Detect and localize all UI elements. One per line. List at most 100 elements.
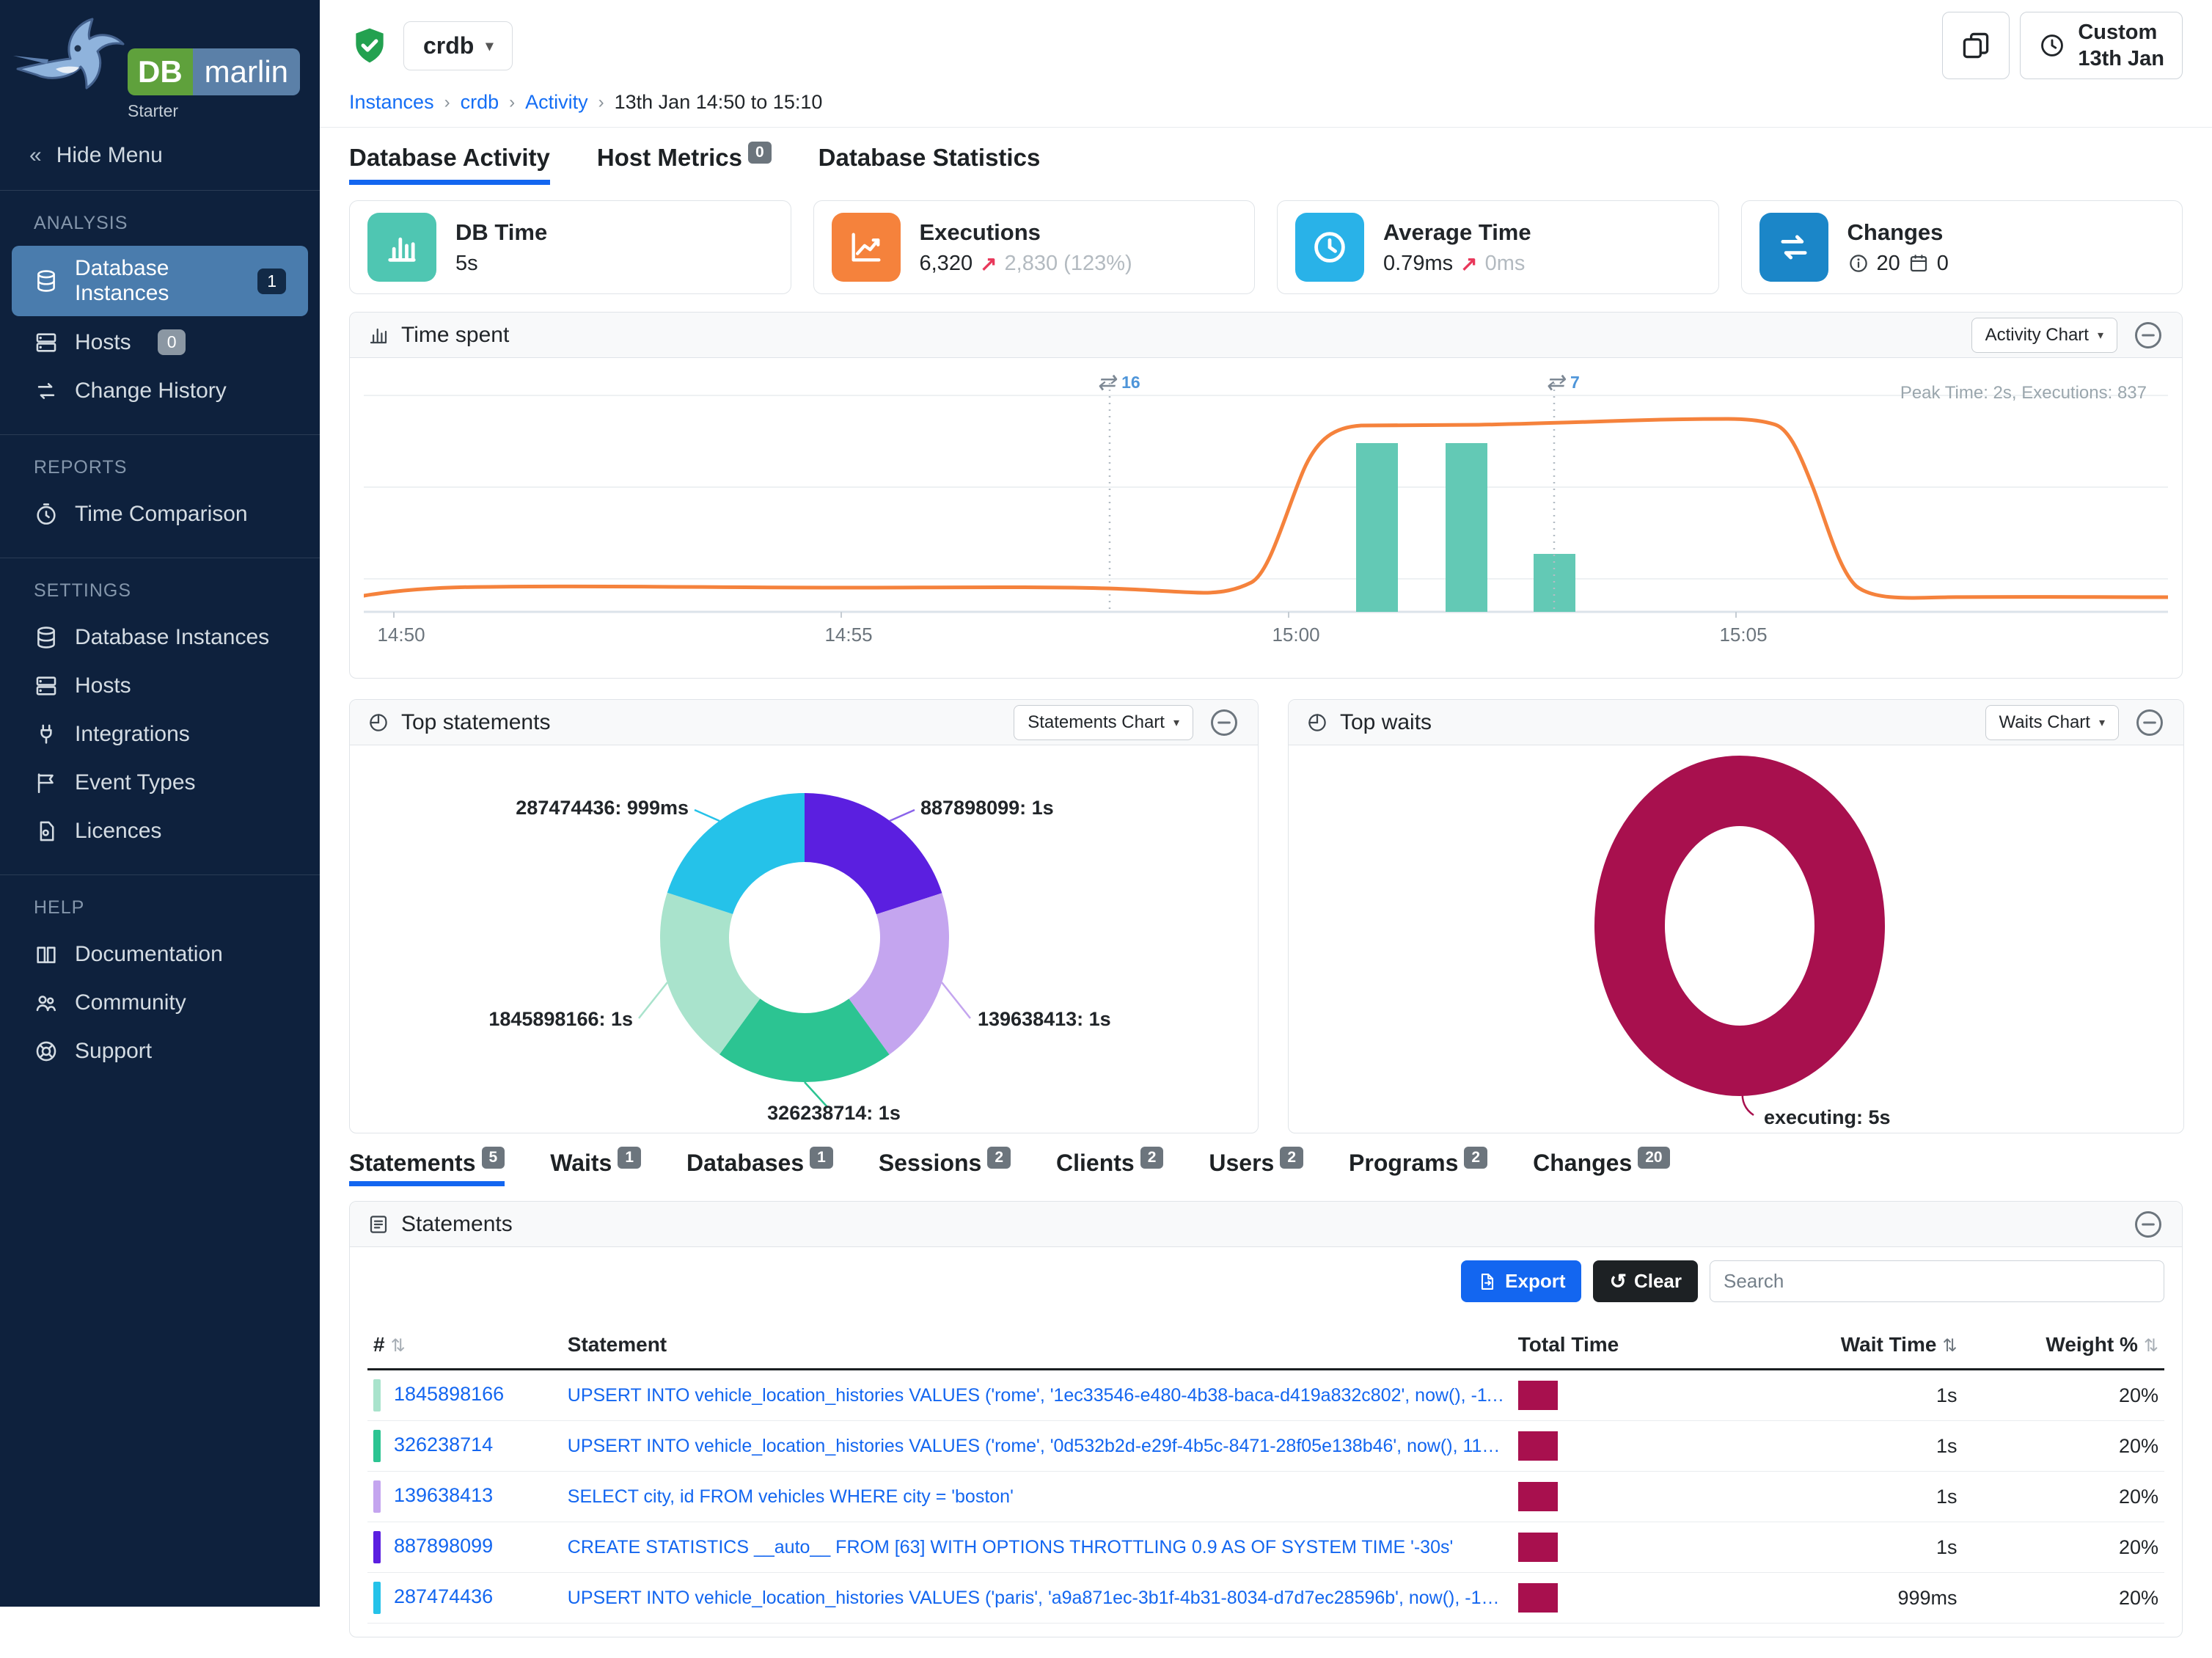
count-badge: 1 bbox=[257, 269, 286, 294]
tab-waits[interactable]: Waits 1 bbox=[550, 1150, 641, 1186]
tab-host-metrics[interactable]: Host Metrics0 bbox=[597, 144, 772, 186]
statement-id-link[interactable]: 1845898166 bbox=[394, 1383, 504, 1405]
sidebar-item-community[interactable]: Community bbox=[0, 979, 320, 1027]
statements-chart-select[interactable]: Statements Chart ▾ bbox=[1014, 705, 1193, 740]
tab-badge: 1 bbox=[618, 1147, 641, 1169]
sidebar-item-label: Database Instances bbox=[75, 256, 231, 306]
change-marker-icon: ⇄ bbox=[1546, 370, 1564, 395]
change-marker-count: 16 bbox=[1121, 373, 1140, 392]
tab-label: Databases bbox=[686, 1150, 804, 1176]
hide-menu-button[interactable]: « Hide Menu bbox=[0, 124, 320, 191]
breadcrumb-crdb[interactable]: crdb bbox=[461, 91, 499, 114]
tab-label: Changes bbox=[1533, 1150, 1632, 1176]
clear-button[interactable]: ↺ Clear bbox=[1593, 1260, 1698, 1302]
sidebar-item-documentation[interactable]: Documentation bbox=[0, 930, 320, 979]
tab-sessions[interactable]: Sessions2 bbox=[879, 1150, 1011, 1186]
change-marker[interactable]: ⇄ 7 bbox=[1546, 370, 1580, 395]
topbar: crdb ▾ Custom 13th Jan Instances › crdb bbox=[320, 0, 2212, 128]
statement-id-link[interactable]: 139638413 bbox=[394, 1484, 493, 1506]
search-input[interactable] bbox=[1710, 1260, 2164, 1302]
breadcrumb-activity[interactable]: Activity bbox=[525, 91, 588, 114]
sidebar-item-hosts[interactable]: Hosts 0 bbox=[0, 318, 320, 367]
statement-text-link[interactable]: UPSERT INTO vehicle_location_histories V… bbox=[568, 1436, 1506, 1457]
column-header-id[interactable]: #⇅ bbox=[367, 1324, 562, 1370]
tab-label: Database Activity bbox=[349, 144, 550, 171]
tab-clients[interactable]: Clients2 bbox=[1056, 1150, 1163, 1186]
metric-cards: DB Time 5s Executions 6,320 ↗ 2,830 (123… bbox=[320, 186, 2212, 307]
sidebar-item-label: Hosts bbox=[75, 673, 131, 698]
sidebar-item-support[interactable]: Support bbox=[0, 1027, 320, 1075]
column-header-total-time[interactable]: Total Time bbox=[1512, 1324, 1748, 1370]
sidebar-item-integrations[interactable]: Integrations bbox=[0, 710, 320, 759]
sidebar-item-settings-database-instances[interactable]: Database Instances bbox=[0, 613, 320, 662]
time-spent-chart[interactable]: Peak Time: 2s, Executions: 837 ⇄ 16 ⇄ 7 … bbox=[350, 358, 2182, 678]
waits-chart-select[interactable]: Waits Chart ▾ bbox=[1985, 705, 2120, 740]
nav-section-help: HELP Documentation Community Support bbox=[0, 875, 320, 1095]
clear-label: Clear bbox=[1634, 1270, 1682, 1293]
copy-icon bbox=[1960, 29, 1992, 62]
tab-database-activity[interactable]: Database Activity bbox=[349, 144, 550, 185]
tab-databases[interactable]: Databases1 bbox=[686, 1150, 833, 1186]
tab-label: Sessions bbox=[879, 1150, 982, 1176]
chart-select-label: Statements Chart bbox=[1028, 712, 1165, 733]
activity-chart-select[interactable]: Activity Chart ▾ bbox=[1971, 318, 2117, 353]
statement-text-link[interactable]: CREATE STATISTICS __auto__ FROM [63] WIT… bbox=[568, 1537, 1506, 1558]
nav-section-settings: SETTINGS Database Instances Hosts Integr… bbox=[0, 558, 320, 875]
breadcrumb-instances[interactable]: Instances bbox=[349, 91, 434, 114]
collapse-panel-button[interactable] bbox=[1208, 706, 1240, 739]
export-button[interactable]: Export bbox=[1461, 1260, 1581, 1302]
chevron-down-icon: ▾ bbox=[1173, 715, 1179, 730]
total-time-bar bbox=[1518, 1431, 1558, 1461]
pie-chart-icon bbox=[1306, 712, 1328, 734]
statement-id-link[interactable]: 887898099 bbox=[394, 1535, 493, 1557]
table-row: 139638413 SELECT city, id FROM vehicles … bbox=[367, 1472, 2164, 1522]
tab-label: Waits bbox=[550, 1150, 612, 1176]
statement-text-link[interactable]: UPSERT INTO vehicle_location_histories V… bbox=[568, 1588, 1506, 1609]
weight-value: 20% bbox=[1963, 1472, 2164, 1522]
table-row: 326238714 UPSERT INTO vehicle_location_h… bbox=[367, 1421, 2164, 1472]
breadcrumb-current-range: 13th Jan 14:50 to 15:10 bbox=[615, 91, 823, 114]
tab-programs[interactable]: Programs2 bbox=[1349, 1150, 1487, 1186]
average-time-value: 0.79ms bbox=[1383, 252, 1453, 276]
instance-selector[interactable]: crdb ▾ bbox=[403, 21, 513, 70]
column-header-statement[interactable]: Statement bbox=[562, 1324, 1512, 1370]
executions-bar bbox=[1446, 443, 1487, 612]
sidebar-item-time-comparison[interactable]: Time Comparison bbox=[0, 490, 320, 538]
waits-donut-chart[interactable]: executing: 5s bbox=[1289, 745, 2183, 1133]
sidebar-item-licences[interactable]: Licences bbox=[0, 807, 320, 855]
statement-id-link[interactable]: 326238714 bbox=[394, 1434, 493, 1456]
sidebar-item-database-instances[interactable]: Database Instances 1 bbox=[12, 246, 308, 316]
undo-icon: ↺ bbox=[1609, 1269, 1626, 1293]
minus-circle-icon bbox=[2132, 1208, 2164, 1241]
tab-users[interactable]: Users2 bbox=[1209, 1150, 1303, 1186]
total-time-bar bbox=[1518, 1381, 1558, 1410]
statements-donut-chart[interactable]: 287474436: 999ms 887898099: 1s 139638413… bbox=[350, 745, 1258, 1133]
collapse-panel-button[interactable] bbox=[2132, 319, 2164, 351]
sort-icon: ⇅ bbox=[2144, 1336, 2158, 1356]
sidebar-item-change-history[interactable]: Change History bbox=[0, 367, 320, 415]
tab-database-statistics[interactable]: Database Statistics bbox=[818, 144, 1041, 185]
statement-color-chip bbox=[373, 1531, 381, 1563]
panel-title: Top waits bbox=[1340, 710, 1432, 735]
tab-statements[interactable]: Statements5 bbox=[349, 1150, 505, 1186]
statement-text-link[interactable]: UPSERT INTO vehicle_location_histories V… bbox=[568, 1385, 1506, 1406]
tab-changes[interactable]: Changes20 bbox=[1533, 1150, 1670, 1186]
sidebar-item-settings-hosts[interactable]: Hosts bbox=[0, 662, 320, 710]
list-icon bbox=[367, 1213, 389, 1235]
column-header-wait-time[interactable]: Wait Time⇅ bbox=[1748, 1324, 1963, 1370]
collapse-panel-button[interactable] bbox=[2132, 1208, 2164, 1241]
sidebar-item-event-types[interactable]: Event Types bbox=[0, 759, 320, 807]
top-waits-panel: Top waits Waits Chart ▾ executing: 5s bbox=[1288, 699, 2184, 1133]
collapse-panel-button[interactable] bbox=[2134, 706, 2166, 739]
executions-delta: 2,830 (123%) bbox=[1005, 252, 1132, 276]
copy-link-button[interactable] bbox=[1942, 12, 2010, 79]
statement-id-link[interactable]: 287474436 bbox=[394, 1585, 493, 1607]
total-time-bar bbox=[1518, 1533, 1558, 1562]
time-range-button[interactable]: Custom 13th Jan bbox=[2020, 12, 2183, 79]
tab-label: Clients bbox=[1056, 1150, 1135, 1176]
sidebar: DB marlin Starter « Hide Menu ANALYSIS D… bbox=[0, 0, 320, 1607]
change-marker[interactable]: ⇄ 16 bbox=[1097, 370, 1140, 395]
statement-text-link[interactable]: SELECT city, id FROM vehicles WHERE city… bbox=[568, 1486, 1506, 1508]
column-header-weight[interactable]: Weight %⇅ bbox=[1963, 1324, 2164, 1370]
statement-color-chip bbox=[373, 1379, 381, 1412]
